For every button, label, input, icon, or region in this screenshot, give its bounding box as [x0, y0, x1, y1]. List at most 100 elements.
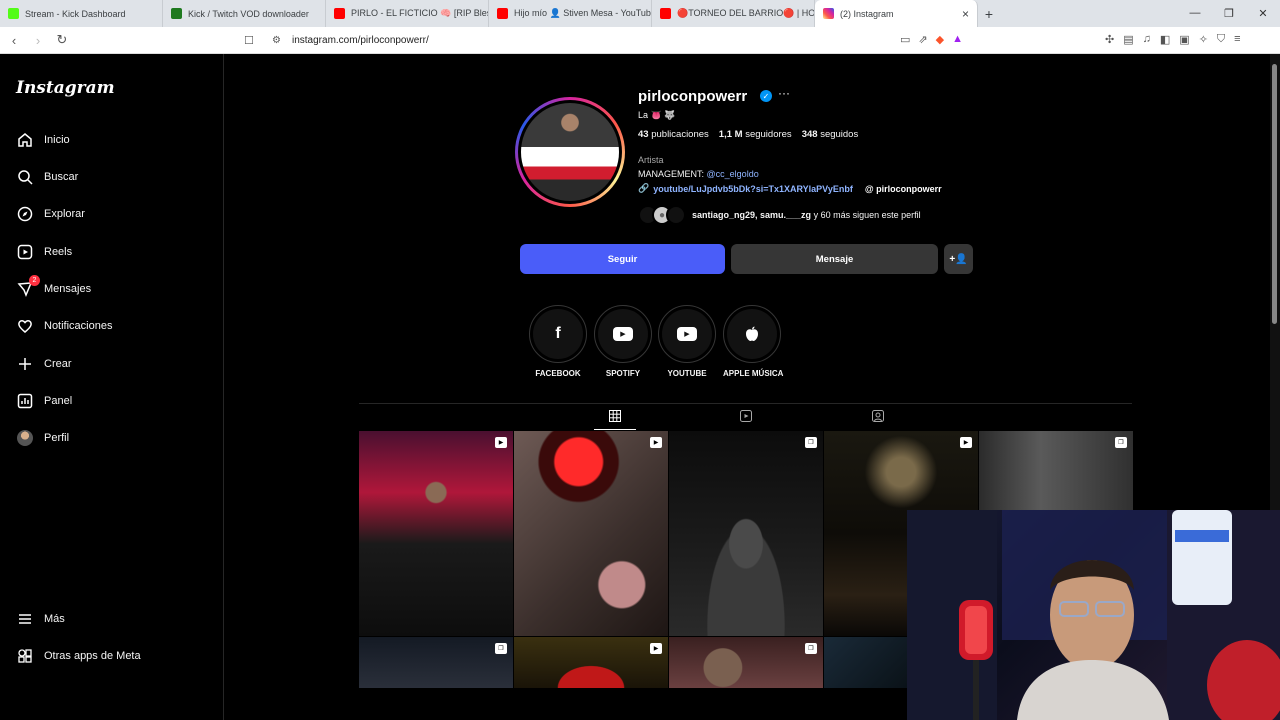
sidebar-item-inicio[interactable]: Inicio	[16, 128, 70, 152]
media-icon[interactable]: ♫	[1143, 33, 1151, 46]
reels-icon	[16, 243, 34, 261]
browser-tab[interactable]: PIRLO - EL FICTICIO 🧠 [RIP Blessd] |	[326, 0, 489, 27]
back-icon[interactable]: ‹	[4, 33, 24, 48]
facebook-icon: f	[533, 309, 583, 359]
menu-icon[interactable]: ≡	[1234, 33, 1240, 46]
hamburger-icon	[16, 610, 34, 628]
sidebar-item-explorar[interactable]: Explorar	[16, 202, 85, 226]
highlight-label: YOUTUBE	[667, 369, 707, 378]
plus-icon	[16, 355, 34, 373]
highlight-youtube[interactable]: ▶ YOUTUBE	[658, 305, 716, 378]
reel-icon: ▶	[960, 437, 972, 448]
messenger-icon: 2	[16, 275, 40, 298]
sidebar-item-perfil[interactable]: Perfil	[16, 426, 69, 450]
sidebar-item-buscar[interactable]: Buscar	[16, 165, 78, 189]
browser-tab[interactable]: 🔴TORNEO DEL BARRIO🔴 | HOY CE	[652, 0, 815, 27]
post-thumbnail[interactable]: ❐	[669, 637, 823, 688]
vpn-icon[interactable]: ⛉	[1217, 33, 1225, 46]
sidebar-item-label: Buscar	[44, 171, 79, 183]
follow-button[interactable]: Seguir	[520, 244, 725, 274]
post-thumbnail[interactable]: ▶	[514, 637, 668, 688]
profile-avatar	[16, 429, 34, 447]
sidebar-item-label: Panel	[44, 395, 73, 407]
window-controls: — ❐ ✕	[1178, 7, 1280, 20]
sidebar-toggle-icon[interactable]: ◧	[1160, 33, 1170, 46]
message-button[interactable]: Mensaje	[731, 244, 938, 274]
post-thumbnail[interactable]: ❐	[669, 431, 823, 636]
share-icon[interactable]: ⇗	[918, 33, 927, 46]
bio-mention-link[interactable]: @cc_elgoldo	[707, 169, 759, 179]
sidebar-item-panel[interactable]: Panel	[16, 389, 72, 413]
tab-label: Hijo mío 👤 Stiven Mesa - YouTube	[514, 8, 652, 18]
browser-tab[interactable]: Kick / Twitch VOD downloader	[163, 0, 326, 27]
close-tab-icon[interactable]: ×	[962, 7, 969, 21]
post-thumbnail[interactable]: ❐	[979, 431, 1133, 511]
sidebar-item-mas[interactable]: Más	[16, 607, 65, 631]
profile-full-name: La 👅 🐺	[638, 110, 676, 120]
highlight-apple-musica[interactable]: APPLE MÚSICA	[723, 305, 784, 378]
address-bar: ‹ › ↻ ☐ ⚙ instagram.com/pirloconpowerr/ …	[0, 27, 1280, 54]
highlight-spotify[interactable]: ▶ SPOTIFY	[594, 305, 652, 378]
bookmark-icon[interactable]: ☐	[244, 34, 264, 47]
posts-stat: 43 publicaciones	[638, 129, 709, 140]
threads-link[interactable]: @ pirloconpowerr	[865, 184, 942, 194]
sidebar-item-notificaciones[interactable]: Notificaciones	[16, 314, 112, 338]
scrollbar-thumb[interactable]	[1272, 64, 1277, 324]
reload-icon[interactable]: ↻	[52, 32, 72, 48]
instagram-logo[interactable]: Instagram	[16, 78, 115, 98]
tagged-tab-icon[interactable]	[870, 408, 886, 424]
browser-tab[interactable]: Hijo mío 👤 Stiven Mesa - YouTube	[489, 0, 652, 27]
brave-shield-icon[interactable]: ◆	[936, 33, 944, 46]
post-thumbnail[interactable]: ▶	[514, 431, 668, 636]
browser-tab-active[interactable]: (2) Instagram ×	[815, 0, 978, 27]
reel-icon: ▶	[495, 437, 507, 448]
leo-ai-icon[interactable]: ✧	[1199, 33, 1208, 46]
external-link[interactable]: youtube/LuJpdvb5bDk?si=Tx1XARYlaPVyEnbf	[653, 184, 853, 194]
reader-icon[interactable]: ▤	[1123, 33, 1133, 46]
sidebar-item-crear[interactable]: Crear	[16, 352, 72, 376]
cast-icon[interactable]: ▭	[900, 33, 910, 46]
new-tab-button[interactable]: +	[978, 6, 1000, 22]
minimize-icon[interactable]: —	[1178, 7, 1212, 20]
sidebar-item-mensajes[interactable]: 2 Mensajes	[16, 275, 91, 301]
highlight-label: APPLE MÚSICA	[723, 369, 784, 378]
following-stat[interactable]: 348 seguidos	[802, 129, 859, 140]
brave-rewards-icon[interactable]: ▲	[952, 33, 963, 46]
page-scrollbar[interactable]	[1270, 54, 1280, 510]
post-thumbnail[interactable]: ▶	[359, 431, 513, 636]
search-icon	[16, 168, 34, 186]
restore-icon[interactable]: ❐	[1212, 7, 1246, 20]
more-options-icon[interactable]: ···	[778, 86, 790, 100]
reels-tab-icon[interactable]	[738, 408, 754, 424]
wallet-icon[interactable]: ▣	[1179, 33, 1189, 46]
webcam-overlay	[907, 510, 1280, 720]
carousel-icon: ❐	[1115, 437, 1127, 448]
posts-grid-icon[interactable]	[607, 408, 623, 424]
followers-stat[interactable]: 1,1 M seguidores	[719, 129, 792, 140]
profile-avatar-story-ring[interactable]	[515, 97, 625, 207]
instagram-sidebar: Instagram Inicio Buscar Explorar Reels 2…	[0, 54, 224, 720]
youtube-favicon-icon	[660, 8, 671, 19]
kick-favicon-icon	[8, 8, 19, 19]
carousel-icon: ❐	[495, 643, 507, 654]
forward-icon[interactable]: ›	[28, 33, 48, 48]
sidebar-item-meta-apps[interactable]: Otras apps de Meta	[16, 644, 141, 668]
instagram-favicon-icon	[823, 8, 834, 19]
tab-label: (2) Instagram	[840, 8, 894, 19]
post-thumbnail[interactable]: ❐	[359, 637, 513, 688]
url-text: instagram.com/pirloconpowerr/	[292, 35, 429, 46]
sidebar-item-label: Otras apps de Meta	[44, 650, 141, 662]
highlight-facebook[interactable]: f FACEBOOK	[529, 305, 587, 378]
browser-tab-strip: Stream - Kick Dashboard Kick / Twitch VO…	[0, 0, 1280, 27]
post-thumbnail[interactable]	[824, 637, 907, 688]
followed-by[interactable]: ● santiago_ng29, samu.___zg y 60 más sig…	[638, 205, 921, 225]
extensions-icon[interactable]: ✣	[1105, 33, 1114, 46]
profile-stats: 43 publicaciones 1,1 M seguidores 348 se…	[638, 129, 858, 140]
close-window-icon[interactable]: ✕	[1246, 7, 1280, 20]
suggested-users-button[interactable]: +👤	[944, 244, 973, 274]
browser-tab[interactable]: Stream - Kick Dashboard	[0, 0, 163, 27]
url-field[interactable]: ☐ ⚙ instagram.com/pirloconpowerr/	[244, 30, 994, 51]
sidebar-item-label: Explorar	[44, 208, 85, 220]
sidebar-item-reels[interactable]: Reels	[16, 240, 72, 264]
site-settings-icon[interactable]: ⚙	[272, 35, 292, 46]
